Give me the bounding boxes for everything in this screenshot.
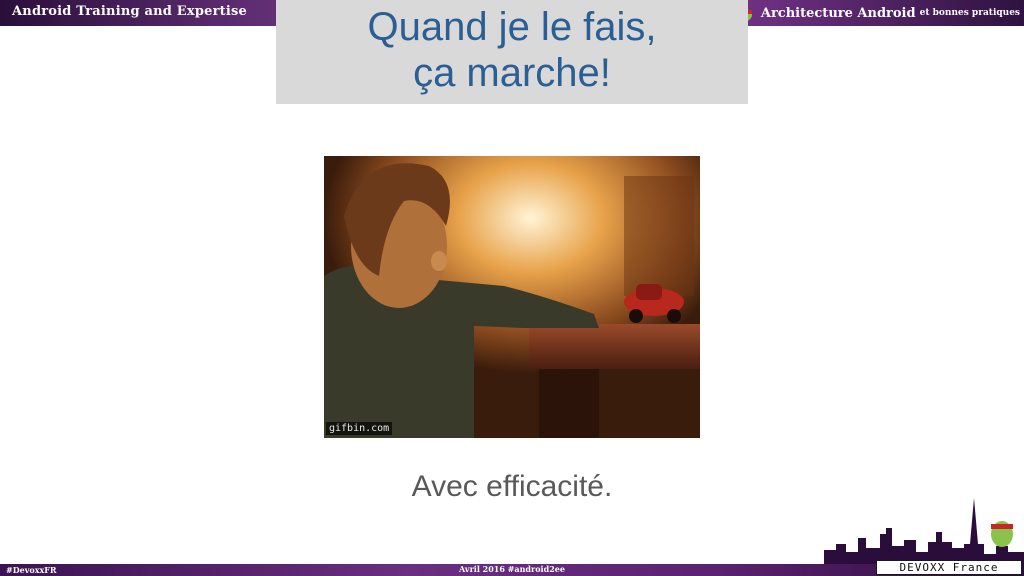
- header-left-title: Android Training and Expertise: [12, 4, 247, 19]
- slide-title-line-1: Quand je le fais,: [367, 5, 657, 49]
- footer-date-hashtag: Avril 2016 #android2ee: [459, 564, 565, 574]
- header-right: Architecture Android et bonnes pratiques: [731, 4, 1020, 22]
- slide-title: Quand je le fais, ça marche!: [276, 4, 748, 96]
- devoxx-france-logo: DEVOXX France: [876, 560, 1022, 575]
- paris-skyline-graphic: [824, 498, 1024, 564]
- child-with-toy-car-image: gifbin.com: [324, 156, 700, 438]
- slide-title-line-2: ça marche!: [413, 51, 611, 95]
- header-right-subtitle: et bonnes pratiques: [919, 8, 1020, 18]
- photo-illustration: [324, 156, 700, 438]
- header-right-title: Architecture Android: [760, 5, 916, 21]
- image-watermark: gifbin.com: [326, 422, 393, 435]
